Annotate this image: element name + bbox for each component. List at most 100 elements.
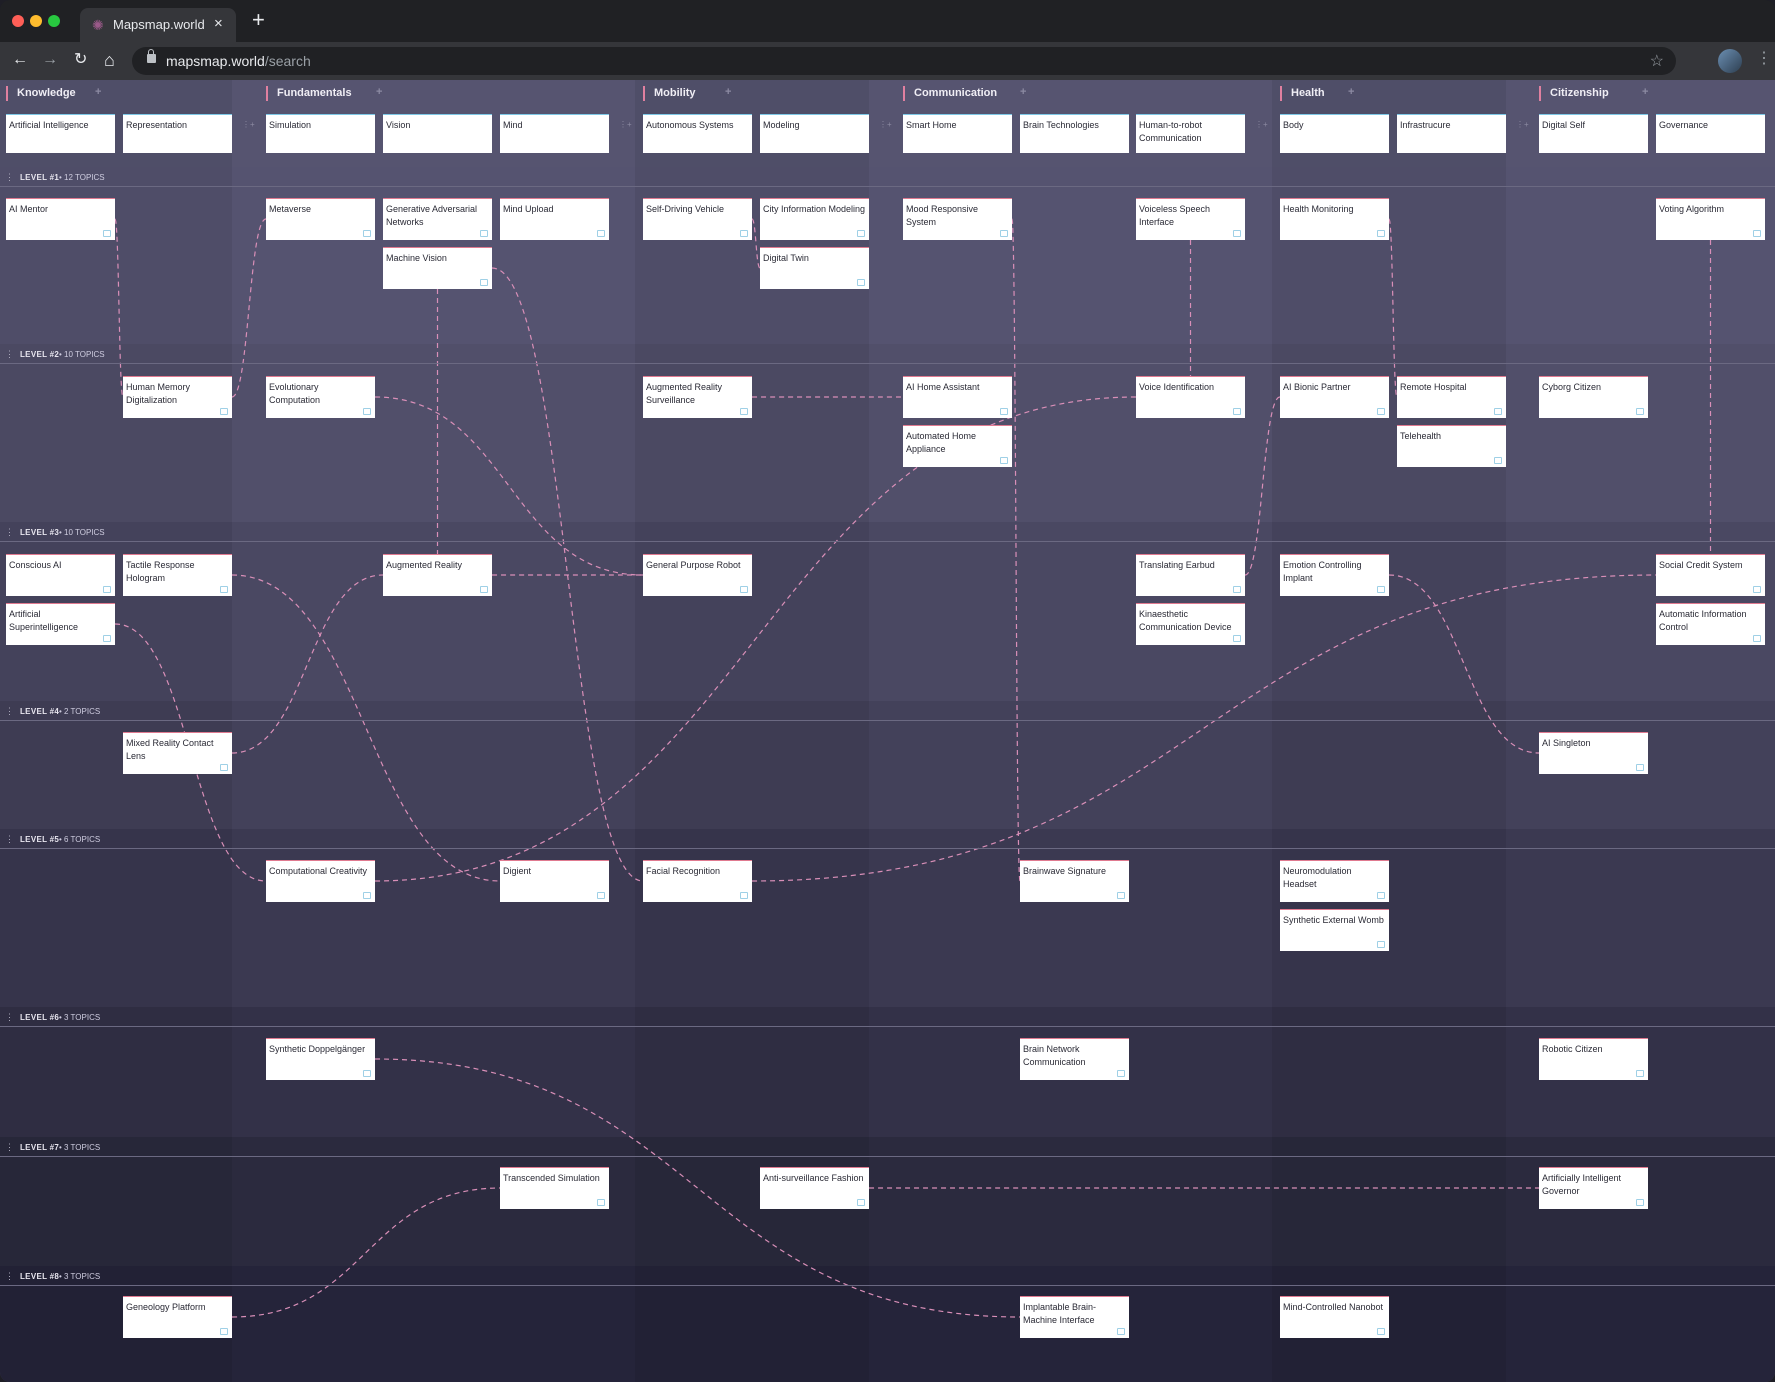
topic-card[interactable]: Remote Hospital — [1397, 376, 1506, 418]
add-subcategory-handle[interactable]: ⋮+ — [1516, 120, 1529, 129]
comment-icon[interactable] — [1117, 892, 1125, 899]
back-icon[interactable]: ← — [12, 51, 28, 69]
subcategory-card[interactable]: Mind — [500, 114, 609, 153]
comment-icon[interactable] — [1494, 408, 1502, 415]
subcategory-card[interactable]: Representation — [123, 114, 232, 153]
topic-card[interactable]: Tactile Response Hologram — [123, 554, 232, 596]
topic-card[interactable]: Mind Upload — [500, 198, 609, 240]
topic-card[interactable]: Geneology Platform — [123, 1296, 232, 1338]
subcategory-card[interactable]: Infrastrucure — [1397, 114, 1506, 153]
comment-icon[interactable] — [220, 586, 228, 593]
topic-card[interactable]: Voiceless Speech Interface — [1136, 198, 1245, 240]
comment-icon[interactable] — [1636, 1199, 1644, 1206]
level-header[interactable]: ⋮ LEVEL #7 • 3 TOPICS — [0, 1137, 1775, 1157]
add-subcategory-handle[interactable]: ⋮+ — [619, 120, 632, 129]
level-header[interactable]: ⋮ LEVEL #4 • 2 TOPICS — [0, 701, 1775, 721]
topic-card[interactable]: Facial Recognition — [643, 860, 752, 902]
topic-card[interactable]: Mood Responsive System — [903, 198, 1012, 240]
comment-icon[interactable] — [1233, 230, 1241, 237]
maximize-window-button[interactable] — [48, 15, 60, 27]
topic-card[interactable]: Emotion Controlling Implant — [1280, 554, 1389, 596]
comment-icon[interactable] — [103, 635, 111, 642]
comment-icon[interactable] — [363, 408, 371, 415]
subcategory-card[interactable]: Vision — [383, 114, 492, 153]
subcategory-card[interactable]: Digital Self — [1539, 114, 1648, 153]
comment-icon[interactable] — [363, 1070, 371, 1077]
topic-card[interactable]: Kinaesthetic Communication Device — [1136, 603, 1245, 645]
level-header[interactable]: ⋮ LEVEL #8 • 3 TOPICS — [0, 1266, 1775, 1286]
topic-card[interactable]: City Information Modeling — [760, 198, 869, 240]
topic-card[interactable]: Augmented Reality — [383, 554, 492, 596]
subcategory-card[interactable]: Human-to-robot Communication — [1136, 114, 1245, 153]
category-header[interactable]: Citizenship + — [1539, 80, 1775, 108]
address-bar[interactable]: mapsmap.world/search ☆ — [132, 47, 1676, 75]
home-icon[interactable]: ⌂ — [104, 51, 115, 69]
drag-handle-icon[interactable]: ⋮ — [5, 349, 14, 360]
topic-card[interactable]: Mind-Controlled Nanobot — [1280, 1296, 1389, 1338]
comment-icon[interactable] — [740, 408, 748, 415]
comment-icon[interactable] — [1233, 586, 1241, 593]
subcategory-card[interactable]: Modeling — [760, 114, 869, 153]
comment-icon[interactable] — [1494, 457, 1502, 464]
topic-card[interactable]: Automated Home Appliance — [903, 425, 1012, 467]
comment-icon[interactable] — [1000, 408, 1008, 415]
topic-card[interactable]: Health Monitoring — [1280, 198, 1389, 240]
comment-icon[interactable] — [1636, 764, 1644, 771]
browser-tab[interactable]: ✺ Mapsmap.world × — [80, 8, 236, 42]
comment-icon[interactable] — [103, 230, 111, 237]
drag-handle-icon[interactable]: ⋮ — [5, 1271, 14, 1282]
add-subcategory-icon[interactable]: + — [95, 86, 101, 98]
comment-icon[interactable] — [1636, 1070, 1644, 1077]
add-subcategory-handle[interactable]: ⋮+ — [879, 120, 892, 129]
minimize-window-button[interactable] — [30, 15, 42, 27]
topic-card[interactable]: Self-Driving Vehicle — [643, 198, 752, 240]
comment-icon[interactable] — [220, 764, 228, 771]
comment-icon[interactable] — [1233, 635, 1241, 642]
profile-avatar[interactable] — [1718, 49, 1742, 73]
reload-icon[interactable]: ↻ — [74, 51, 87, 69]
comment-icon[interactable] — [1233, 408, 1241, 415]
comment-icon[interactable] — [857, 279, 865, 286]
close-window-button[interactable] — [12, 15, 24, 27]
level-header[interactable]: ⋮ LEVEL #6 • 3 TOPICS — [0, 1007, 1775, 1027]
topic-card[interactable]: Digital Twin — [760, 247, 869, 289]
topic-card[interactable]: Mixed Reality Contact Lens — [123, 732, 232, 774]
comment-icon[interactable] — [740, 892, 748, 899]
subcategory-card[interactable]: Body — [1280, 114, 1389, 153]
comment-icon[interactable] — [1117, 1328, 1125, 1335]
level-header[interactable]: ⋮ LEVEL #3 • 10 TOPICS — [0, 522, 1775, 542]
browser-menu-icon[interactable]: ⋮ — [1756, 51, 1772, 67]
category-header[interactable]: Fundamentals + — [266, 80, 609, 108]
topic-card[interactable]: AI Singleton — [1539, 732, 1648, 774]
comment-icon[interactable] — [1753, 586, 1761, 593]
comment-icon[interactable] — [220, 1328, 228, 1335]
comment-icon[interactable] — [1117, 1070, 1125, 1077]
add-subcategory-handle[interactable]: ⋮+ — [242, 120, 255, 129]
comment-icon[interactable] — [1377, 941, 1385, 948]
topic-card[interactable]: Evolutionary Computation — [266, 376, 375, 418]
comment-icon[interactable] — [740, 586, 748, 593]
topic-card[interactable]: AI Mentor — [6, 198, 115, 240]
topic-card[interactable]: Artificial Superintelligence — [6, 603, 115, 645]
topic-card[interactable]: Social Credit System — [1656, 554, 1765, 596]
comment-icon[interactable] — [597, 230, 605, 237]
topic-card[interactable]: Transcended Simulation — [500, 1167, 609, 1209]
comment-icon[interactable] — [1000, 230, 1008, 237]
topic-card[interactable]: Cyborg Citizen — [1539, 376, 1648, 418]
topic-card[interactable]: Synthetic External Womb — [1280, 909, 1389, 951]
topic-card[interactable]: Computational Creativity — [266, 860, 375, 902]
drag-handle-icon[interactable]: ⋮ — [5, 834, 14, 845]
topic-card[interactable]: AI Bionic Partner — [1280, 376, 1389, 418]
add-subcategory-icon[interactable]: + — [1020, 86, 1026, 98]
comment-icon[interactable] — [1753, 635, 1761, 642]
comment-icon[interactable] — [1377, 586, 1385, 593]
comment-icon[interactable] — [1377, 892, 1385, 899]
drag-handle-icon[interactable]: ⋮ — [5, 172, 14, 183]
add-subcategory-icon[interactable]: + — [376, 86, 382, 98]
drag-handle-icon[interactable]: ⋮ — [5, 706, 14, 717]
drag-handle-icon[interactable]: ⋮ — [5, 1012, 14, 1023]
category-header[interactable]: Communication + — [903, 80, 1246, 108]
topic-card[interactable]: Implantable Brain-Machine Interface — [1020, 1296, 1129, 1338]
topic-card[interactable]: Augmented Reality Surveillance — [643, 376, 752, 418]
forward-icon[interactable]: → — [42, 51, 58, 69]
